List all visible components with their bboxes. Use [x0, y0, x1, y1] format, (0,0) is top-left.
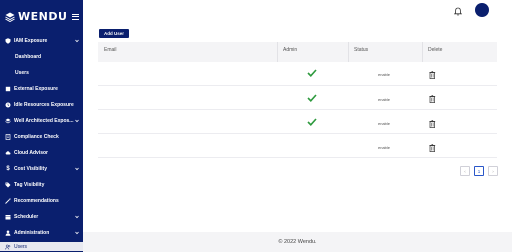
table-row: enable — [98, 112, 497, 134]
sidebar-item-dashboard[interactable]: Dashboard — [0, 49, 83, 65]
calendar-icon — [5, 214, 11, 220]
sidebar-item-cost-visibility[interactable]: $ Cost Visibility — [0, 161, 83, 177]
table-row: enable — [98, 88, 497, 110]
sidebar-item-label: Compliance Check — [14, 134, 59, 140]
sidebar-item-recommendations[interactable]: Recommendations — [0, 193, 83, 209]
hamburger-menu-icon[interactable] — [72, 13, 80, 20]
header-delete: Delete — [428, 47, 443, 53]
header-admin: Admin — [283, 47, 298, 53]
sidebar-item-label: Idle Resources Exposure — [14, 102, 74, 108]
sidebar: WENDU IAM Exposure Dashboard Users Exter… — [0, 0, 83, 252]
chevron-down-icon — [75, 215, 79, 219]
brand-name: WENDU — [18, 10, 68, 23]
tag-icon — [5, 182, 11, 188]
sidebar-item-label: Users — [14, 243, 28, 250]
sidebar-nav: IAM Exposure Dashboard Users External Ex… — [0, 33, 83, 251]
sidebar-item-tag-visibility[interactable]: Tag Visibility — [0, 177, 83, 193]
sidebar-item-label: Well Architected Expos... — [14, 118, 74, 124]
sidebar-item-label: Recommendations — [14, 198, 59, 204]
sidebar-item-label: Cost Visibility — [14, 166, 47, 172]
wand-icon — [5, 198, 11, 204]
layers-icon — [5, 118, 11, 124]
layers-logo-icon — [5, 12, 15, 22]
top-header — [83, 0, 512, 24]
status-text: enable — [378, 121, 391, 126]
clock-icon — [5, 102, 11, 108]
column-divider — [348, 42, 349, 62]
check-icon — [307, 118, 317, 126]
sidebar-item-scheduler[interactable]: Scheduler — [0, 209, 83, 225]
sidebar-item-well-architected[interactable]: Well Architected Expos... — [0, 113, 83, 129]
cube-icon — [5, 86, 11, 92]
pagination-page-1[interactable]: 1 — [474, 166, 484, 176]
table-row: enable — [98, 64, 497, 86]
status-text: enable — [378, 72, 391, 77]
chevron-down-icon — [75, 39, 79, 43]
footer: © 2022 Wendu. — [83, 232, 512, 252]
chevron-down-icon — [75, 119, 79, 123]
checklist-icon — [5, 134, 11, 140]
chevron-down-icon — [75, 167, 79, 171]
sidebar-item-label: Users — [15, 70, 29, 76]
sidebar-item-label: IAM Exposure — [14, 38, 48, 44]
avatar[interactable] — [475, 3, 489, 17]
sidebar-item-users[interactable]: Users — [0, 65, 83, 81]
users-table: Email Admin Status Delete — [98, 42, 497, 62]
sidebar-item-external-exposure[interactable]: External Exposure — [0, 81, 83, 97]
add-user-button[interactable]: Add User — [99, 29, 129, 38]
trash-icon[interactable] — [429, 71, 436, 79]
sidebar-item-iam-exposure[interactable]: IAM Exposure — [0, 33, 83, 49]
sidebar-item-cloud-advisor[interactable]: Cloud Advisor — [0, 145, 83, 161]
table-row: enable — [98, 136, 497, 158]
sidebar-item-label: Administration — [14, 230, 50, 236]
header-status: Status — [354, 47, 369, 53]
check-icon — [307, 94, 317, 102]
bell-icon[interactable] — [454, 7, 462, 16]
brand: WENDU — [0, 0, 83, 33]
user-icon — [5, 230, 11, 236]
status-text: enable — [378, 97, 391, 102]
footer-copyright: © 2022 Wendu. — [278, 239, 317, 245]
column-divider — [422, 42, 423, 62]
sidebar-item-label: Tag Visibility — [14, 182, 45, 188]
check-icon — [307, 69, 317, 77]
column-divider — [277, 42, 278, 62]
sidebar-item-label: External Exposure — [14, 86, 58, 92]
status-text: enable — [378, 145, 391, 150]
trash-icon[interactable] — [429, 95, 436, 103]
users-icon — [5, 244, 11, 250]
sidebar-item-label: Cloud Advisor — [14, 150, 48, 156]
shield-icon — [5, 38, 11, 44]
sidebar-item-label: Dashboard — [15, 54, 42, 60]
sidebar-item-administration[interactable]: Administration — [0, 225, 83, 241]
header-email: Email — [104, 47, 117, 53]
dollar-icon: $ — [6, 166, 10, 172]
pagination-next-button[interactable]: › — [488, 166, 498, 176]
sidebar-item-idle-resources[interactable]: Idle Resources Exposure — [0, 97, 83, 113]
chevron-down-icon — [75, 231, 79, 235]
trash-icon[interactable] — [429, 120, 436, 128]
trash-icon[interactable] — [429, 144, 436, 152]
table-header: Email Admin Status Delete — [98, 42, 497, 62]
cloud-icon — [5, 150, 11, 156]
sidebar-item-label: Scheduler — [14, 214, 39, 220]
sidebar-item-compliance-check[interactable]: Compliance Check — [0, 129, 83, 145]
pagination-prev-button[interactable]: ‹ — [460, 166, 470, 176]
sidebar-item-admin-users[interactable]: Users — [0, 242, 83, 251]
